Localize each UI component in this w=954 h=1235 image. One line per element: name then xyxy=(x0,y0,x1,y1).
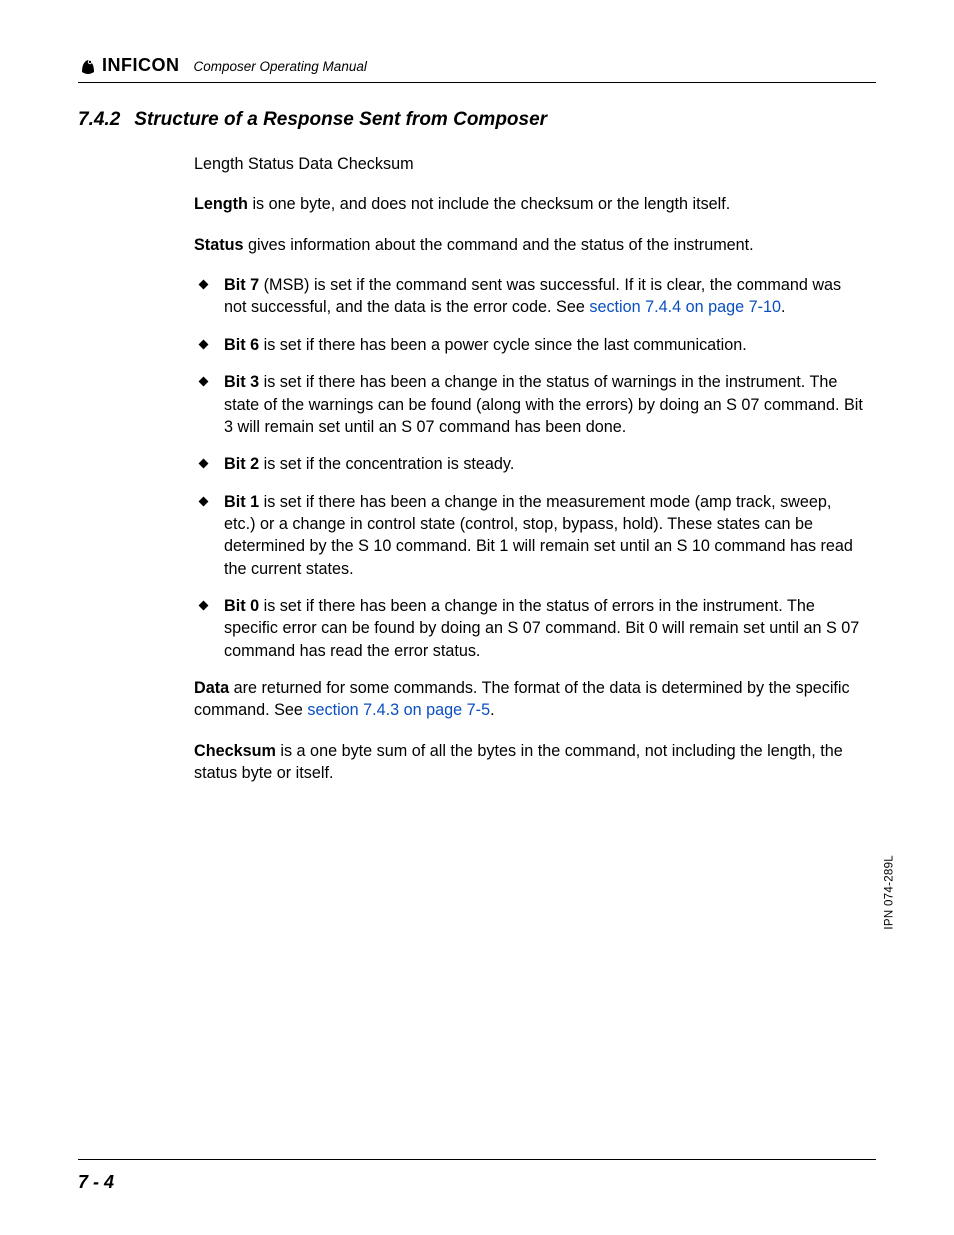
bit-label: Bit 0 xyxy=(224,597,259,615)
page-header: INFICON Composer Operating Manual xyxy=(78,55,876,83)
status-text: gives information about the command and … xyxy=(243,236,753,254)
list-item: Bit 2 is set if the concentration is ste… xyxy=(194,453,866,475)
bits-list: Bit 7 (MSB) is set if the command sent w… xyxy=(194,274,866,662)
checksum-label: Checksum xyxy=(194,742,276,760)
bit-label: Bit 6 xyxy=(224,336,259,354)
inficon-mark-icon xyxy=(78,56,98,76)
document-ipn-code: IPN 074-289L xyxy=(884,855,896,930)
footer-rule xyxy=(78,1159,876,1160)
data-text-after: . xyxy=(490,701,495,719)
list-item: Bit 1 is set if there has been a change … xyxy=(194,491,866,580)
brand-name: INFICON xyxy=(102,55,180,76)
checksum-text: is a one byte sum of all the bytes in th… xyxy=(194,742,843,782)
brand-logo: INFICON xyxy=(78,55,180,76)
data-text-before: are returned for some commands. The form… xyxy=(194,679,850,719)
length-text: is one byte, and does not include the ch… xyxy=(248,195,730,213)
list-item: Bit 7 (MSB) is set if the command sent w… xyxy=(194,274,866,319)
length-paragraph: Length is one byte, and does not include… xyxy=(194,193,866,215)
data-label: Data xyxy=(194,679,229,697)
bit-label: Bit 7 xyxy=(224,276,259,294)
list-item: Bit 3 is set if there has been a change … xyxy=(194,371,866,438)
crossref-link[interactable]: section 7.4.4 on page 7-10 xyxy=(589,298,781,316)
document-page: INFICON Composer Operating Manual 7.4.2 … xyxy=(0,0,954,1235)
length-label: Length xyxy=(194,195,248,213)
checksum-paragraph: Checksum is a one byte sum of all the by… xyxy=(194,740,866,785)
bit-text: is set if there has been a change in the… xyxy=(224,597,859,660)
page-footer: 7 - 4 xyxy=(78,1159,876,1193)
section-number: 7.4.2 xyxy=(78,109,120,131)
status-paragraph: Status gives information about the comma… xyxy=(194,234,866,256)
list-item: Bit 0 is set if there has been a change … xyxy=(194,595,866,662)
bit-text: is set if there has been a change in the… xyxy=(224,373,863,436)
document-title: Composer Operating Manual xyxy=(194,59,367,74)
data-paragraph: Data are returned for some commands. The… xyxy=(194,677,866,722)
bit-text-after: . xyxy=(781,298,786,316)
body-content: Length Status Data Checksum Length is on… xyxy=(78,153,876,785)
section-heading: 7.4.2 Structure of a Response Sent from … xyxy=(78,109,876,131)
section-title: Structure of a Response Sent from Compos… xyxy=(134,109,547,131)
page-number: 7 - 4 xyxy=(78,1172,876,1193)
intro-line: Length Status Data Checksum xyxy=(194,153,866,175)
bit-text: is set if the concentration is steady. xyxy=(259,455,514,473)
bit-label: Bit 3 xyxy=(224,373,259,391)
bit-text: is set if there has been a change in the… xyxy=(224,493,853,578)
list-item: Bit 6 is set if there has been a power c… xyxy=(194,334,866,356)
crossref-link[interactable]: section 7.4.3 on page 7-5 xyxy=(307,701,490,719)
bit-label: Bit 1 xyxy=(224,493,259,511)
status-label: Status xyxy=(194,236,243,254)
bit-text: is set if there has been a power cycle s… xyxy=(259,336,747,354)
bit-label: Bit 2 xyxy=(224,455,259,473)
